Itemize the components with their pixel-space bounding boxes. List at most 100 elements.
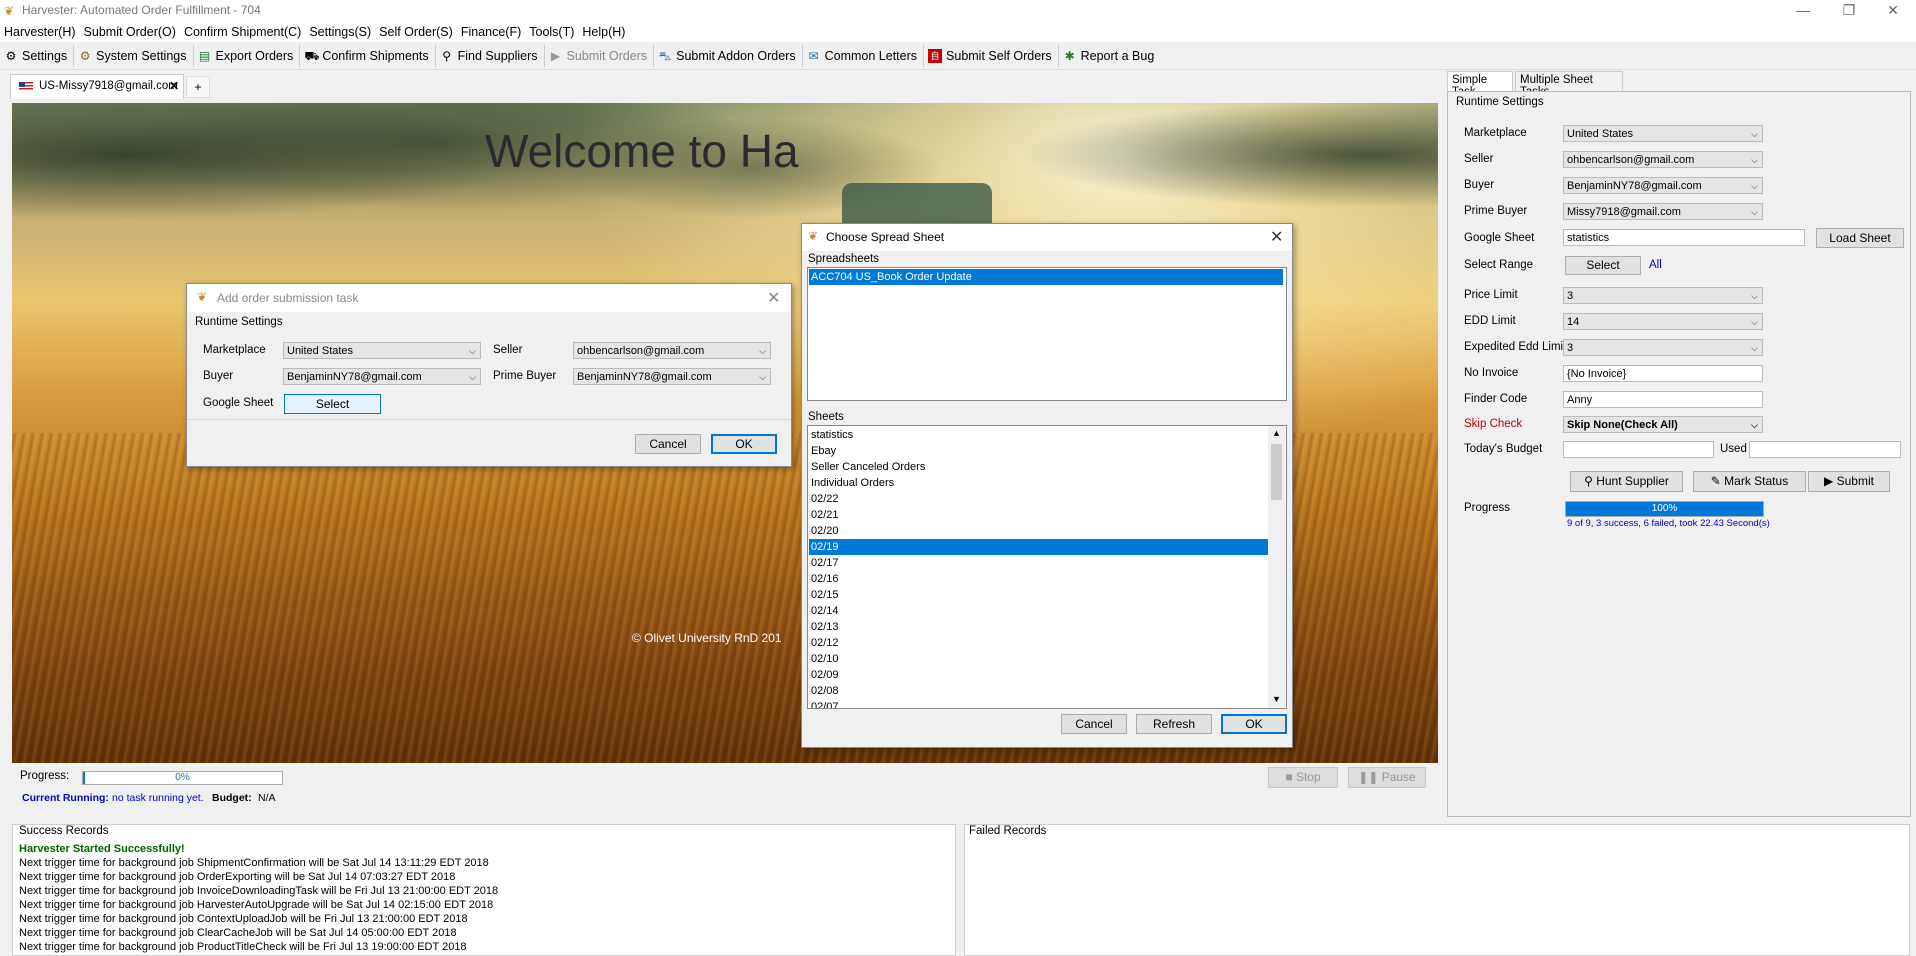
pause-button[interactable]: ❚❚ Pause (1348, 767, 1426, 788)
add-marketplace-select[interactable]: United States ⌵ (283, 342, 481, 359)
add-task-ok-button[interactable]: OK (711, 434, 777, 454)
add-marketplace-label: Marketplace (203, 344, 266, 356)
prime-buyer-select[interactable]: Missy7918@gmail.com ⌵ (1563, 203, 1763, 220)
expedited-edd-limit-select[interactable]: 3 ⌵ (1563, 339, 1763, 356)
close-window-button[interactable]: ✕ (1870, 0, 1916, 22)
sheet-item[interactable]: 02/19 (809, 539, 1268, 555)
edd-limit-select[interactable]: 14 ⌵ (1563, 313, 1763, 330)
find-suppliers-button[interactable]: ⚲ Find Suppliers (436, 45, 545, 67)
submit-button[interactable]: ▶ Submit (1808, 471, 1890, 492)
buyer-select[interactable]: BenjaminNY78@gmail.com ⌵ (1563, 177, 1763, 194)
load-sheet-button[interactable]: Load Sheet (1816, 228, 1904, 248)
submit-addon-orders-button[interactable]: ⛍ Submit Addon Orders (654, 45, 803, 67)
stop-button[interactable]: ■ Stop (1268, 767, 1338, 788)
welcome-text: Welcome to Ha (485, 125, 799, 177)
menu-confirm-shipment[interactable]: Confirm Shipment(C) (180, 22, 305, 39)
sheet-item[interactable]: 02/20 (809, 523, 1268, 539)
simple-task-panel: Runtime Settings Marketplace United Stat… (1447, 91, 1911, 817)
used-label: Used (1720, 443, 1747, 455)
export-orders-button[interactable]: ▤ Export Orders (194, 45, 301, 67)
app-icon: ❦ (197, 290, 208, 304)
add-google-sheet-select-button[interactable]: Select (284, 394, 381, 414)
menu-settings[interactable]: Settings(S) (305, 22, 375, 39)
sheet-item[interactable]: Seller Canceled Orders (809, 459, 1268, 475)
hunt-supplier-button[interactable]: ⚲ Hunt Supplier (1570, 471, 1683, 492)
sheet-item[interactable]: 02/08 (809, 683, 1268, 699)
sheet-item[interactable]: 02/22 (809, 491, 1268, 507)
sheet-item[interactable]: 02/12 (809, 635, 1268, 651)
add-buyer-select[interactable]: BenjaminNY78@gmail.com ⌵ (283, 368, 481, 385)
sheet-item[interactable]: 02/21 (809, 507, 1268, 523)
sheet-item[interactable]: 02/14 (809, 603, 1268, 619)
mark-status-button[interactable]: ✎ Mark Status (1693, 471, 1806, 492)
current-running-label: Current Running: (22, 792, 109, 804)
refresh-button[interactable]: Refresh (1136, 714, 1212, 734)
submit-self-orders-button[interactable]: 自 Submit Self Orders (924, 45, 1059, 67)
submit-self-orders-label: Submit Self Orders (946, 49, 1052, 63)
report-bug-button[interactable]: ✱ Report a Bug (1059, 45, 1161, 67)
finder-code-label: Finder Code (1464, 393, 1528, 405)
sheet-item[interactable]: 02/15 (809, 587, 1268, 603)
success-record: Next trigger time for background job Pro… (19, 941, 467, 953)
settings-label: Settings (22, 49, 68, 63)
menu-help[interactable]: Help(H) (578, 22, 629, 39)
scroll-down-icon[interactable]: ▼ (1272, 694, 1281, 704)
tab-multiple-sheet-tasks[interactable]: Multiple Sheet Tasks (1515, 71, 1623, 98)
spreadsheet-item[interactable]: ACC704 US_Book Order Update (809, 269, 1283, 285)
scroll-up-icon[interactable]: ▲ (1272, 428, 1281, 438)
menu-submit-order[interactable]: Submit Order(O) (80, 22, 180, 39)
add-task-cancel-button[interactable]: Cancel (635, 434, 701, 454)
menu-self-order[interactable]: Self Order(S) (375, 22, 457, 39)
no-invoice-field[interactable]: {No Invoice} (1563, 365, 1763, 382)
add-prime-buyer-select[interactable]: BenjaminNY78@gmail.com ⌵ (573, 368, 771, 385)
menu-tools[interactable]: Tools(T) (525, 22, 578, 39)
confirm-shipments-button[interactable]: ⛟ Confirm Shipments (300, 45, 436, 67)
settings-button[interactable]: ⚙ Settings (0, 45, 75, 67)
sheet-item[interactable]: 02/16 (809, 571, 1268, 587)
play-icon: ▶ (550, 49, 561, 63)
select-range-button[interactable]: Select (1565, 256, 1641, 275)
report-bug-label: Report a Bug (1080, 49, 1155, 63)
tab-close-icon[interactable]: ✕ (169, 79, 179, 93)
choose-titlebar: ❦ Choose Spread Sheet ✕ (802, 224, 1292, 251)
seller-select[interactable]: ohbencarlson@gmail.com ⌵ (1563, 151, 1763, 168)
price-limit-select[interactable]: 3 ⌵ (1563, 287, 1763, 304)
add-tab-button[interactable]: + (186, 76, 210, 98)
google-sheet-field[interactable]: statistics (1563, 229, 1805, 246)
choose-cancel-button[interactable]: Cancel (1061, 714, 1127, 734)
menu-harvester[interactable]: Harvester(H) (0, 22, 80, 39)
system-settings-button[interactable]: ⚙ System Settings (74, 45, 194, 67)
skip-check-value: Skip None(Check All) (1567, 419, 1678, 431)
menu-finance[interactable]: Finance(F) (457, 22, 525, 39)
tab-simple-task[interactable]: Simple Task (1447, 71, 1513, 98)
restore-button[interactable]: ❐ (1826, 0, 1872, 22)
add-seller-select[interactable]: ohbencarlson@gmail.com ⌵ (573, 342, 771, 359)
sheet-item[interactable]: Ebay (809, 443, 1268, 459)
all-link[interactable]: All (1649, 259, 1662, 271)
success-record: Next trigger time for background job Shi… (19, 857, 489, 869)
add-marketplace-value: United States (287, 345, 354, 357)
sheet-item[interactable]: 02/07 (809, 699, 1268, 708)
close-icon[interactable]: ✕ (767, 288, 780, 308)
todays-budget-field[interactable] (1563, 441, 1714, 458)
choose-ok-button[interactable]: OK (1221, 714, 1287, 734)
sheet-item[interactable]: statistics (809, 427, 1268, 443)
common-letters-button[interactable]: ✉ Common Letters (803, 45, 925, 67)
skip-check-select[interactable]: Skip None(Check All) ⌵ (1563, 416, 1763, 433)
sheet-item[interactable]: 02/17 (809, 555, 1268, 571)
sheet-item[interactable]: 02/13 (809, 619, 1268, 635)
finder-code-field[interactable]: Anny (1563, 391, 1763, 408)
sheet-item[interactable]: 02/09 (809, 667, 1268, 683)
minimize-button[interactable]: — (1780, 0, 1826, 22)
used-field[interactable] (1749, 441, 1901, 458)
add-task-titlebar: ❦ Add order submission task ✕ (187, 284, 791, 312)
submit-orders-button[interactable]: ▶ Submit Orders (545, 45, 655, 67)
tab-account[interactable]: US-Missy7918@gmail.com ✕ (10, 74, 184, 99)
close-icon[interactable]: ✕ (1270, 227, 1283, 247)
marketplace-select[interactable]: United States ⌵ (1563, 125, 1763, 142)
scrollbar-thumb[interactable] (1271, 444, 1282, 500)
sheets-scrollbar[interactable]: ▲ ▼ (1268, 426, 1285, 708)
spreadsheet-icon: ▤ (198, 49, 211, 63)
sheet-item[interactable]: 02/10 (809, 651, 1268, 667)
sheet-item[interactable]: Individual Orders (809, 475, 1268, 491)
